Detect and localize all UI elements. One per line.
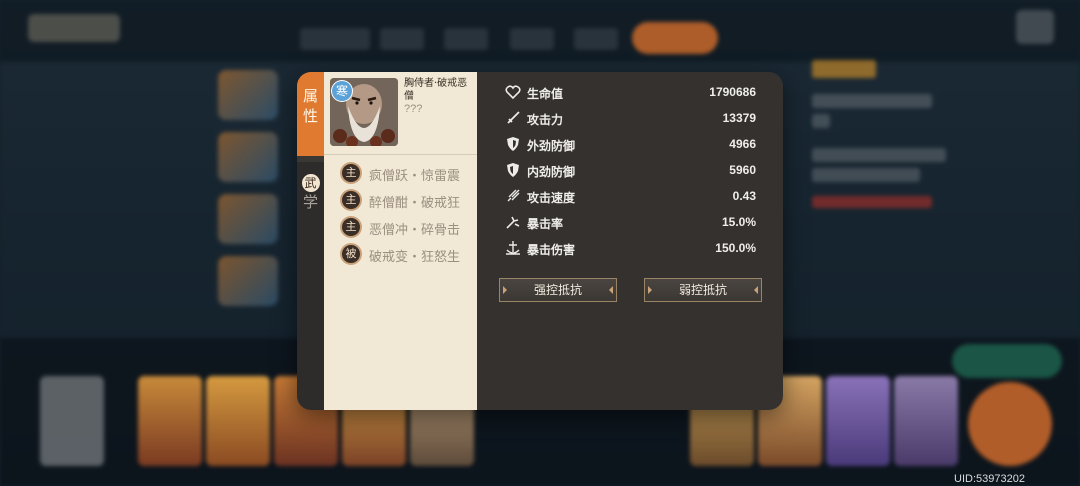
background-card (218, 70, 278, 120)
skill-item[interactable]: 主 醉僧酣・破戒狂 (324, 187, 477, 214)
skill-type-badge: 主 (342, 218, 360, 236)
skill-item[interactable]: 主 疯僧跃・惊雷震 (324, 160, 477, 187)
tab-attributes[interactable]: 属 性 (297, 72, 324, 156)
background-card (218, 194, 278, 244)
stat-value: 15.0% (721, 215, 756, 229)
skill-item[interactable]: 被 破戒变・狂怒生 (324, 241, 477, 268)
background-tab (444, 28, 488, 50)
heart-icon (505, 84, 521, 100)
skill-type-badge: 主 (342, 164, 360, 182)
stat-label: 攻击速度 (527, 191, 576, 205)
background-card (218, 132, 278, 182)
stat-row-outer-defense: 外劲防御 4966 (477, 131, 783, 157)
background-tab (510, 28, 554, 50)
background-corner-button (1016, 10, 1054, 44)
skill-item[interactable]: 主 恶僧冲・碎骨击 (324, 214, 477, 241)
stat-row-crit-rate: 暴击率 15.0% (477, 209, 783, 235)
tab-attributes-label-top: 属 (302, 87, 318, 105)
shield-icon (505, 162, 521, 178)
background-orange-button (632, 22, 718, 54)
sword-icon (505, 110, 521, 126)
boss-profile-panel: 寒 胸侍者·破戒恶僧 ??? 主 疯僧跃・惊雷震 主 醉僧酣・破戒狂 主 恶僧冲… (324, 72, 477, 410)
background-label (812, 114, 830, 128)
tab-martial-arts[interactable]: 武 学 (297, 162, 324, 410)
background-label (812, 168, 920, 182)
uid-label: UID:53973202 (954, 473, 1025, 485)
stat-row-inner-defense: 内劲防御 5960 (477, 157, 783, 183)
weak-control-resist-button[interactable]: 弱控抵抗 (644, 278, 762, 302)
background-card (40, 376, 104, 466)
stat-value: 4966 (729, 137, 756, 151)
stat-label: 生命值 (527, 87, 564, 101)
stat-label: 内劲防御 (527, 165, 576, 179)
stat-label: 暴击率 (527, 217, 564, 231)
background-card (826, 376, 890, 466)
boss-subname: ??? (404, 103, 423, 115)
background-card (894, 376, 958, 466)
stat-value: 5960 (729, 163, 756, 177)
skill-list: 主 疯僧跃・惊雷震 主 醉僧酣・破戒狂 主 恶僧冲・碎骨击 被 破戒变・狂怒生 (324, 154, 477, 268)
strong-control-resist-button[interactable]: 强控抵抗 (499, 278, 617, 302)
boss-portrait: 寒 (330, 78, 398, 146)
crit-icon (505, 214, 521, 230)
background-tab (300, 28, 370, 50)
stat-value: 0.43 (732, 189, 756, 203)
stat-row-attack-speed: 攻击速度 0.43 (477, 183, 783, 209)
skill-type-badge: 主 (342, 191, 360, 209)
stat-label: 外劲防御 (527, 139, 576, 153)
skill-name: 疯僧跃・惊雷震 (369, 169, 461, 184)
background-tab (380, 28, 424, 50)
background-card (206, 376, 270, 466)
boss-info-dialog: 属 性 武 学 寒 胸侍者·破戒恶僧 ??? 主 疯僧跃・惊雷震 主 醉僧酣・破… (297, 72, 783, 410)
speed-icon (505, 188, 521, 204)
stat-label: 攻击力 (527, 113, 564, 127)
stat-row-attack: 攻击力 13379 (477, 105, 783, 131)
element-badge: 寒 (332, 81, 352, 101)
stat-row-crit-damage: 暴击伤害 150.0% (477, 235, 783, 261)
stat-value: 150.0% (715, 241, 756, 255)
tab-martial-arts-label-bottom: 学 (302, 193, 318, 211)
background-logo (28, 14, 120, 42)
tab-martial-arts-label-top: 武 (301, 174, 320, 192)
skill-name: 醉僧酣・破戒狂 (369, 196, 461, 211)
background-green-button (952, 344, 1062, 378)
stat-label: 暴击伤害 (527, 243, 576, 257)
background-label (812, 148, 946, 162)
shield-icon (505, 136, 521, 152)
background-label (812, 94, 932, 108)
background-tab (574, 28, 618, 50)
side-tab-bar: 属 性 武 学 (297, 72, 324, 410)
skill-name: 恶僧冲・碎骨击 (369, 223, 461, 238)
boss-name: 胸侍者·破戒恶僧 (404, 78, 468, 102)
background-card (218, 256, 278, 306)
stat-row-hp: 生命值 1790686 (477, 79, 783, 105)
crit-damage-icon (505, 240, 521, 256)
background-orange-button (968, 382, 1052, 466)
skill-type-badge: 被 (342, 245, 360, 263)
stat-value: 13379 (722, 111, 756, 125)
stats-panel: 生命值 1790686 攻击力 13379 外劲防御 4966 内劲防御 596… (477, 72, 783, 410)
background-label (812, 60, 876, 78)
stat-value: 1790686 (709, 85, 756, 99)
tab-martial-arts-icon: 武 (297, 172, 324, 192)
tab-attributes-label-bottom: 性 (302, 107, 318, 125)
background-label (812, 196, 932, 208)
skill-name: 破戒变・狂怒生 (369, 250, 461, 265)
background-card (138, 376, 202, 466)
